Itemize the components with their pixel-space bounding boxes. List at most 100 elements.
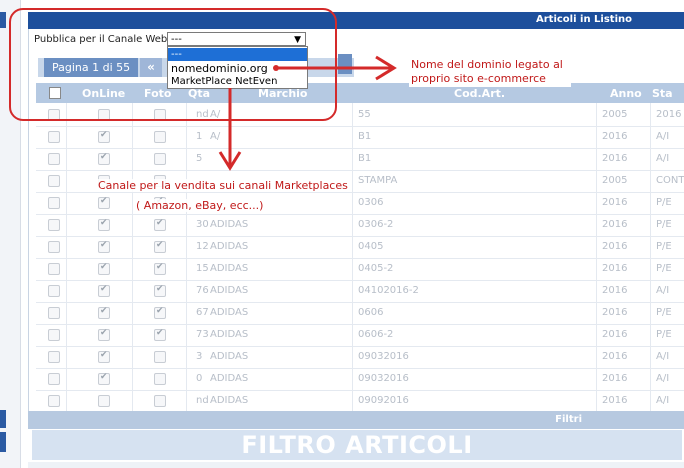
table-row[interactable]: 0 ADIDAS 09032016 2016 A/I [36,368,684,391]
cell-marchio: ADIDAS [210,263,249,274]
cell-marchio: ADIDAS [210,241,249,252]
cell-anno: 2016 [602,329,628,340]
row-select-checkbox[interactable] [48,351,60,363]
cell-stagione: A/I [656,395,670,406]
cell-anno: 2016 [602,131,628,142]
cell-anno: 2016 [602,153,628,164]
annotation-highlight-frame [9,8,337,121]
sidebar-tab[interactable] [0,12,6,28]
cell-anno: 2005 [602,175,628,186]
table-row[interactable]: 73ADIDAS 0606-2 2016 P/E [36,324,684,347]
foto-checkbox[interactable] [154,395,166,407]
online-checkbox[interactable] [98,130,110,143]
annotation-domain-note: Nome del dominio legato al proprio sito … [409,57,571,87]
cell-cod-art: 0306-2 [358,219,394,230]
filters-bar-title: Filtri [555,414,582,425]
foto-checkbox[interactable] [154,131,166,143]
cell-stagione: A/I [656,351,670,362]
cell-marchio: ADIDAS [210,373,249,384]
row-select-checkbox[interactable] [48,197,60,209]
row-select-checkbox[interactable] [48,153,60,165]
online-checkbox[interactable] [98,328,110,341]
cell-qta: 12 [196,241,209,252]
table-row[interactable]: 3 ADIDAS 09032016 2016 A/I [36,346,684,369]
cell-cod-art: STAMPA [358,175,398,186]
cell-stagione: P/E [656,307,672,318]
foto-checkbox[interactable] [154,306,166,319]
row-select-checkbox[interactable] [48,395,60,407]
cell-qta: 76 [196,285,209,296]
col-header-codart[interactable]: Cod.Art. [454,87,505,100]
table-row[interactable]: 67ADIDAS 0606 2016 P/E [36,302,684,325]
cell-marchio: ADIDAS [210,395,249,406]
row-select-checkbox[interactable] [48,373,60,385]
foto-checkbox[interactable] [154,262,166,275]
cell-qta: 73 [196,329,209,340]
online-checkbox[interactable] [98,196,110,209]
table-row[interactable]: 15ADIDAS 0405-2 2016 P/E [36,258,684,281]
cell-anno: 2005 [602,109,628,120]
row-select-checkbox[interactable] [48,219,60,231]
online-checkbox[interactable] [98,284,110,297]
cell-qta: 5 [196,153,203,164]
online-checkbox[interactable] [98,395,110,407]
table-row[interactable]: nd ADIDAS 09092016 2016 A/I [36,390,684,413]
cell-qta: nd [196,395,209,406]
row-select-checkbox[interactable] [48,329,60,341]
col-header-anno[interactable]: Anno [610,87,642,100]
foto-checkbox[interactable] [154,373,166,385]
foto-checkbox[interactable] [154,240,166,253]
online-checkbox[interactable] [98,240,110,253]
cell-marchio: ADIDAS [210,219,249,230]
cell-qta: 67 [196,307,209,318]
cell-cod-art: 09092016 [358,395,409,406]
online-checkbox[interactable] [98,152,110,165]
pager-next-block[interactable] [338,54,352,74]
row-select-checkbox[interactable] [48,285,60,297]
cell-marchio: ADIDAS [210,329,249,340]
cell-qta: 30 [196,219,209,230]
cell-anno: 2016 [602,285,628,296]
cell-cod-art: 0306 [358,197,384,208]
table-row[interactable]: 0306 2016 P/E [36,192,684,215]
row-select-checkbox[interactable] [48,263,60,275]
cell-cod-art: B1 [358,153,372,164]
foto-checkbox[interactable] [154,153,166,165]
online-checkbox[interactable] [98,218,110,231]
row-select-checkbox[interactable] [48,175,60,187]
cell-cod-art: 0606-2 [358,329,394,340]
cell-anno: 2016 [602,351,628,362]
row-select-checkbox[interactable] [48,241,60,253]
cell-qta: 15 [196,263,209,274]
online-checkbox[interactable] [98,262,110,275]
online-checkbox[interactable] [98,350,110,363]
foto-checkbox[interactable] [154,351,166,363]
cell-qta: 0 [196,373,203,384]
sidebar-tab[interactable] [0,410,6,428]
table-row[interactable]: 30ADIDAS 0306-2 2016 P/E [36,214,684,237]
filter-form-top [28,462,684,468]
table-row[interactable]: 5 B1 2016 A/I [36,148,684,171]
foto-checkbox[interactable] [154,328,166,341]
cell-cod-art: 55 [358,109,371,120]
cell-stagione: P/E [656,219,672,230]
cell-qta: 3 [196,351,203,362]
table-row[interactable]: 1 A/B1 2016 A/I [36,126,684,149]
online-checkbox[interactable] [98,372,110,385]
cell-marchio: A/ [210,131,221,142]
cell-stagione: P/E [656,329,672,340]
sidebar-tab[interactable] [0,432,6,452]
row-select-checkbox[interactable] [48,307,60,319]
table-row[interactable]: 12ADIDAS 0405 2016 P/E [36,236,684,259]
cell-marchio: ADIDAS [210,351,249,362]
foto-checkbox[interactable] [154,218,166,231]
col-header-stagione[interactable]: Sta [652,87,673,100]
cell-anno: 2016 [602,197,628,208]
cell-stagione: 2016 [656,109,682,120]
online-checkbox[interactable] [98,306,110,319]
row-select-checkbox[interactable] [48,131,60,143]
cell-anno: 2016 [602,263,628,274]
cell-cod-art: B1 [358,131,372,142]
foto-checkbox[interactable] [154,284,166,297]
table-row[interactable]: 76ADIDAS 04102016-2 2016 A/I [36,280,684,303]
